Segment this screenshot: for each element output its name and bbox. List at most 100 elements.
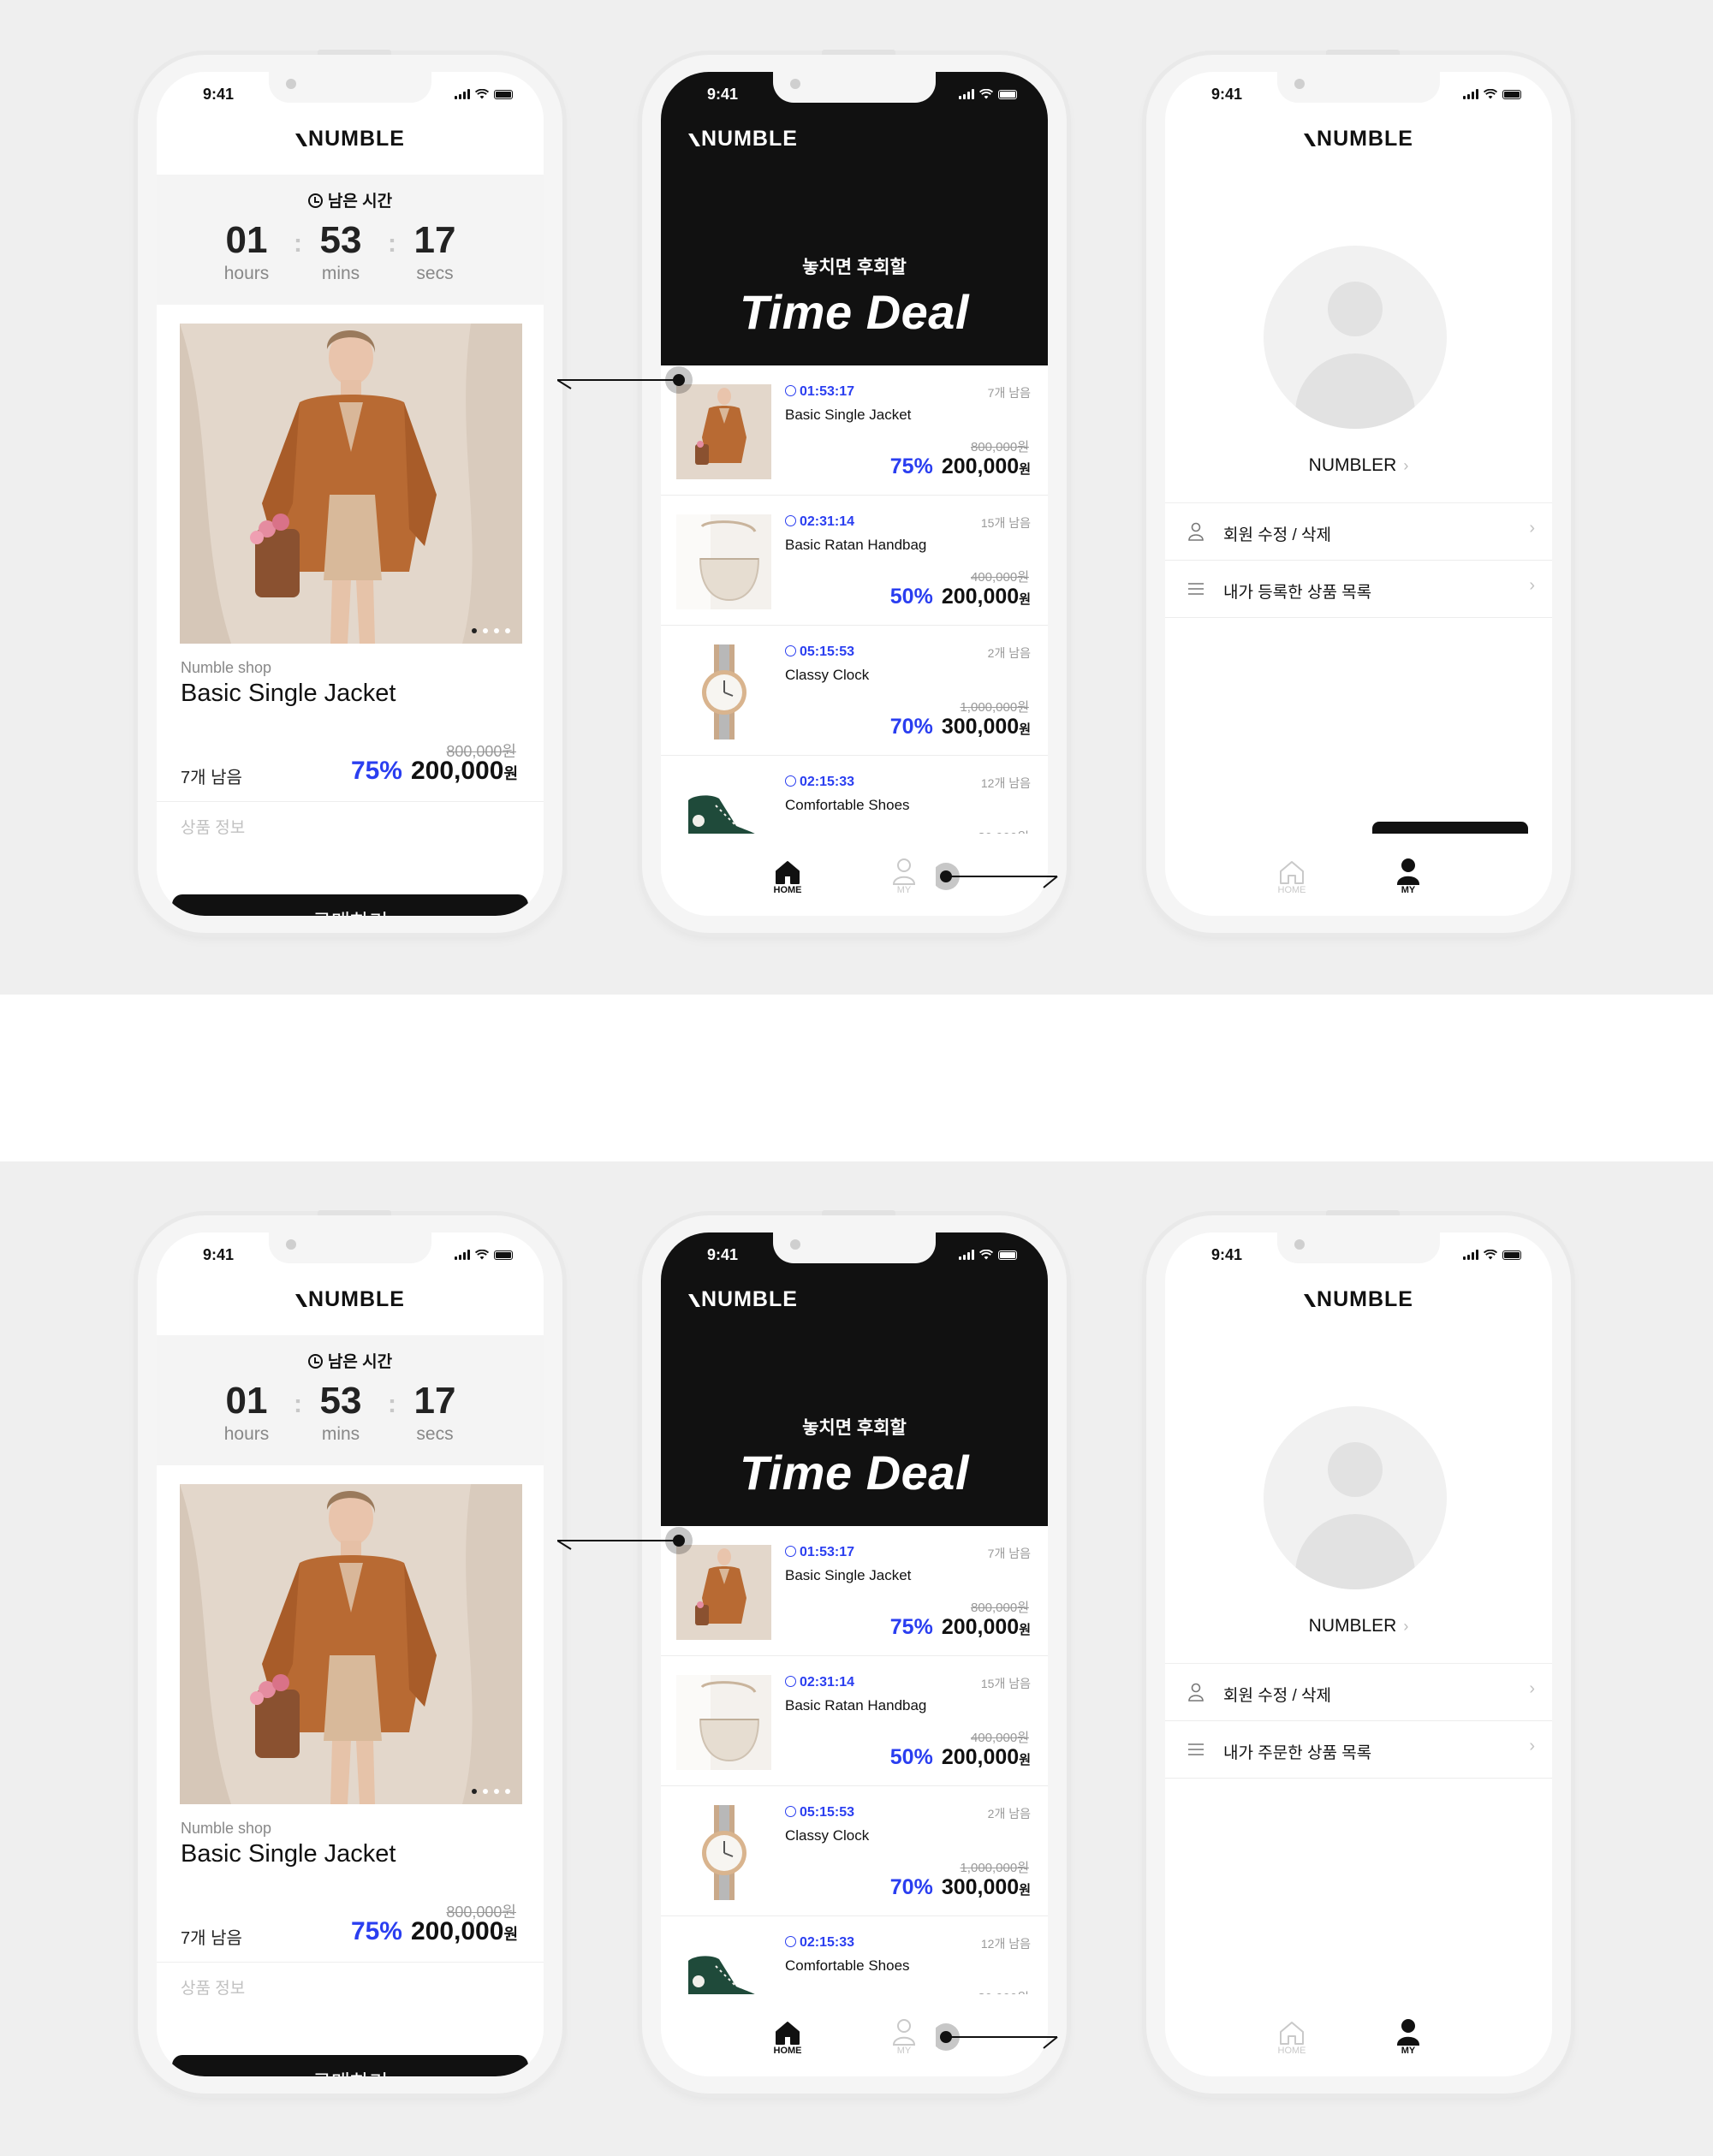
countdown-unit: secs — [416, 1424, 454, 1444]
deal-timer: 02:31:14 — [785, 514, 854, 530]
carousel-dot[interactable] — [494, 1789, 499, 1794]
tab-product-info[interactable]: 상품 정보 — [181, 1975, 245, 1999]
brand-logo: NUMBLE — [157, 1287, 544, 1312]
currency-unit: 원 — [1019, 1753, 1031, 1767]
flow-arrow-left — [557, 1527, 693, 1554]
deal-timer: 02:31:14 — [785, 1675, 854, 1690]
stock-left: 7개 남음 — [987, 386, 1031, 400]
phone-screen: 9:41 NUMBLE 남은 시간 01 hours:53 mins:17 secs Num… — [157, 1232, 544, 2076]
username-link[interactable]: NUMBLER › — [1165, 455, 1552, 476]
deal-timer-text: 02:15:33 — [800, 1935, 855, 1950]
profile-icon — [892, 858, 916, 885]
chevron-right-icon: › — [1529, 519, 1535, 538]
phone-time-deal-list: 9:41 NUMBLE 놓치면 후회할 Time Deal 01:53:17 7개 남음… — [642, 50, 1067, 933]
deal-list-item[interactable]: 02:31:14 15개 남음 Basic Ratan Handbag 400,000… — [661, 496, 1048, 626]
battery-icon — [1502, 1250, 1521, 1260]
sale-price: 75% 200,000원 — [351, 757, 518, 786]
carousel-dots — [472, 1789, 510, 1794]
product-thumbnail — [676, 1675, 771, 1770]
profile-icon — [892, 2019, 916, 2046]
countdown-unit: hours — [223, 1424, 270, 1444]
price-value: 200,000 — [941, 1615, 1020, 1639]
my-menu-item[interactable]: 회원 수정 / 삭제 › — [1165, 503, 1552, 561]
brand-text: NUMBLE — [1317, 127, 1413, 151]
list-icon — [1188, 1743, 1204, 1755]
phone-screen: 9:41 NUMBLE 남은 시간 01 hours:53 mins:17 secs Num… — [157, 72, 544, 916]
phone-notch — [269, 72, 431, 103]
product-image-carousel[interactable] — [180, 1484, 522, 1804]
discount-rate: 75% — [889, 1615, 933, 1639]
buy-button[interactable]: 구매하기 — [172, 2055, 528, 2076]
tab-home[interactable]: HOME — [1266, 2018, 1317, 2056]
clock-icon — [785, 645, 796, 656]
phone-product-detail: 9:41 NUMBLE 남은 시간 01 hours:53 mins:17 secs Num… — [138, 1210, 562, 2094]
tab-product-info[interactable]: 상품 정보 — [181, 815, 245, 838]
shop-name[interactable]: Numble shop — [181, 1820, 271, 1838]
countdown-panel: 남은 시간 01 hours:53 mins:17 secs — [157, 1335, 544, 1465]
tab-my[interactable]: MY — [878, 858, 930, 895]
carousel-dot[interactable] — [483, 628, 488, 633]
signal-icon — [1463, 89, 1478, 99]
home-icon — [1280, 861, 1304, 884]
deal-list-item[interactable]: 01:53:17 7개 남음 Basic Single Jacket 800,000원… — [661, 1526, 1048, 1656]
my-menu-item[interactable]: 내가 주문한 상품 목록 › — [1165, 1721, 1552, 1779]
currency-unit: 원 — [1019, 592, 1031, 607]
signal-icon — [959, 89, 974, 99]
carousel-dots — [472, 628, 510, 633]
product-thumbnail — [676, 644, 771, 739]
battery-icon — [998, 1250, 1017, 1260]
my-menu-item[interactable]: 내가 등록한 상품 목록 › — [1165, 561, 1552, 618]
tab-my[interactable]: MY — [878, 2018, 930, 2056]
price-value: 200,000 — [941, 454, 1020, 478]
chevron-right-icon: › — [1529, 1679, 1535, 1698]
discount-rate: 70% — [889, 1875, 933, 1899]
product-name: Basic Single Jacket — [785, 1567, 912, 1583]
phone-notch — [773, 1232, 936, 1263]
phone-side-button — [318, 1210, 391, 1215]
time-deal-banner: 9:41 NUMBLE 놓치면 후회할 Time Deal — [661, 1232, 1048, 1526]
price-value: 300,000 — [941, 1875, 1020, 1899]
carousel-dot[interactable] — [472, 1789, 477, 1794]
avatar[interactable] — [1264, 1406, 1447, 1589]
avatar[interactable] — [1264, 246, 1447, 429]
deal-list-item[interactable]: 05:15:53 2개 남음 Classy Clock 1,000,000원 70% 30… — [661, 1786, 1048, 1916]
carousel-dot[interactable] — [472, 628, 477, 633]
product-name: Basic Ratan Handbag — [785, 1697, 927, 1714]
tab-my[interactable]: MY — [1383, 858, 1434, 895]
bottom-tab-bar: HOME MY — [1165, 834, 1552, 916]
phone-side-button — [318, 50, 391, 55]
deal-timer: 05:15:53 — [785, 1805, 854, 1820]
discount-rate: 50% — [889, 585, 933, 609]
my-menu-label: 내가 주문한 상품 목록 — [1223, 1744, 1372, 1762]
divider — [157, 801, 544, 802]
deal-list-item[interactable]: 01:53:17 7개 남음 Basic Single Jacket 800,000원… — [661, 365, 1048, 496]
product-image-carousel[interactable] — [180, 324, 522, 644]
wifi-icon — [475, 89, 489, 99]
tab-home[interactable]: HOME — [762, 2018, 813, 2056]
carousel-dot[interactable] — [494, 628, 499, 633]
tab-my[interactable]: MY — [1383, 2018, 1434, 2056]
username: NUMBLER — [1308, 1616, 1397, 1636]
product-name: Basic Single Jacket — [785, 407, 912, 423]
clock-icon — [785, 1806, 796, 1817]
brand-logo: NUMBLE — [1165, 127, 1552, 151]
stock-left: 7개 남음 — [987, 1547, 1031, 1560]
countdown-hours: 01 hours — [208, 1380, 285, 1445]
tab-home[interactable]: HOME — [1266, 858, 1317, 895]
deal-timer-text: 02:15:33 — [800, 775, 855, 789]
buy-button[interactable]: 구매하기 — [172, 894, 528, 916]
shop-name[interactable]: Numble shop — [181, 659, 271, 677]
carousel-dot[interactable] — [483, 1789, 488, 1794]
tab-home[interactable]: HOME — [762, 858, 813, 895]
camera-dot — [790, 79, 800, 89]
product-name: Comfortable Shoes — [785, 1957, 910, 1974]
my-menu-item[interactable]: 회원 수정 / 삭제 › — [1165, 1664, 1552, 1721]
username-link[interactable]: NUMBLER › — [1165, 1616, 1552, 1636]
deal-timer: 01:53:17 — [785, 384, 854, 400]
carousel-dot[interactable] — [505, 1789, 510, 1794]
status-icons — [959, 1250, 1017, 1260]
brand-logo: NUMBLE — [1165, 1287, 1552, 1312]
carousel-dot[interactable] — [505, 628, 510, 633]
deal-list-item[interactable]: 05:15:53 2개 남음 Classy Clock 1,000,000원 70% 30… — [661, 626, 1048, 756]
deal-list-item[interactable]: 02:31:14 15개 남음 Basic Ratan Handbag 400,000… — [661, 1656, 1048, 1786]
